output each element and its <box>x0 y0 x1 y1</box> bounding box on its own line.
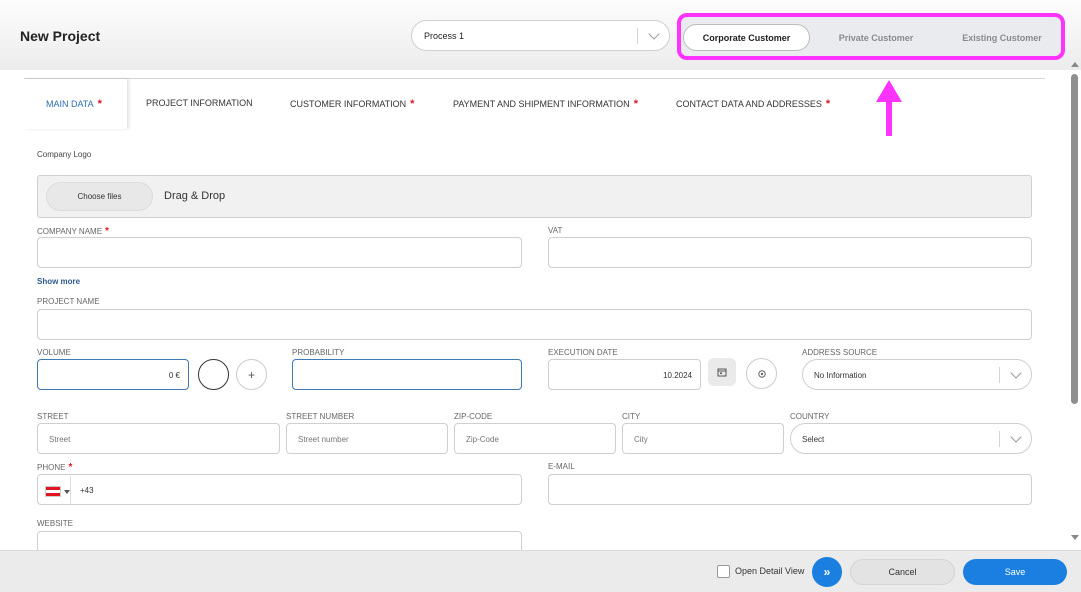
tab-project-information[interactable]: PROJECT INFORMATION <box>146 98 253 108</box>
required-marker: * <box>410 98 415 110</box>
tab-customer-information[interactable]: CUSTOMER INFORMATION * <box>290 98 414 110</box>
tab-payment-shipment[interactable]: PAYMENT AND SHIPMENT INFORMATION * <box>453 98 638 110</box>
probability-input[interactable] <box>292 359 522 390</box>
tab-contact-data[interactable]: CONTACT DATA AND ADDRESSES * <box>676 98 830 110</box>
volume-input[interactable]: 0 € <box>37 359 189 390</box>
select-divider <box>999 431 1000 447</box>
address-source-select[interactable]: No Information <box>802 359 1032 390</box>
page-title: New Project <box>20 28 101 44</box>
logo-dropzone[interactable]: Choose files Drag & Drop <box>37 175 1032 218</box>
gear-icon[interactable] <box>746 358 777 389</box>
caret-down-icon <box>64 490 70 494</box>
open-detail-view-checkbox[interactable] <box>717 565 730 578</box>
tab-main-data[interactable]: MAIN DATA * <box>46 98 102 110</box>
zip-code-label: ZIP-CODE <box>454 412 493 421</box>
customer-type-toggle: Corporate Customer Private Customer Exis… <box>677 13 1065 60</box>
austria-flag-icon <box>45 486 61 497</box>
street-input[interactable]: Street <box>37 423 280 454</box>
currency-toggle-button[interactable] <box>198 359 229 390</box>
calendar-icon[interactable] <box>708 358 736 386</box>
choose-files-button[interactable]: Choose files <box>46 182 153 211</box>
project-name-label: PROJECT NAME <box>37 297 100 306</box>
header-bar: New Project Process 1 Corporate Customer… <box>0 0 1081 70</box>
phone-label-text: PHONE <box>37 463 66 472</box>
corporate-customer-button[interactable]: Corporate Customer <box>683 24 810 51</box>
scroll-down-icon[interactable] <box>1071 535 1079 540</box>
zip-code-input[interactable]: Zip-Code <box>454 423 616 454</box>
company-name-label-text: COMPANY NAME <box>37 227 103 236</box>
city-label: CITY <box>622 412 641 421</box>
execution-date-input[interactable]: 10.2024 <box>548 359 701 390</box>
cancel-button[interactable]: Cancel <box>850 559 955 585</box>
tab-label: PROJECT INFORMATION <box>146 98 253 108</box>
tab-label: CUSTOMER INFORMATION <box>290 99 407 109</box>
address-source-value: No Information <box>814 371 867 380</box>
country-select[interactable]: Select <box>790 423 1032 454</box>
street-number-label: STREET NUMBER <box>286 412 355 421</box>
tab-label: CONTACT DATA AND ADDRESSES <box>676 99 822 109</box>
phone-label: PHONE * <box>37 462 72 473</box>
chevron-down-icon <box>1010 367 1022 379</box>
email-label: E-MAIL <box>548 462 575 471</box>
process-select-value: Process 1 <box>424 31 465 41</box>
email-input[interactable] <box>548 474 1032 505</box>
chevron-down-icon <box>648 28 660 40</box>
footer-bar: Open Detail View » Cancel Save <box>0 550 1081 592</box>
show-more-link[interactable]: Show more <box>37 277 80 286</box>
street-number-input[interactable]: Street number <box>286 423 448 454</box>
street-number-placeholder: Street number <box>298 435 349 444</box>
open-detail-view-label[interactable]: Open Detail View <box>735 566 804 576</box>
private-customer-button[interactable]: Private Customer <box>815 24 937 51</box>
phone-value: +43 <box>80 486 94 495</box>
select-divider <box>637 28 638 44</box>
website-label: WEBSITE <box>37 519 74 528</box>
tab-label: PAYMENT AND SHIPMENT INFORMATION <box>453 99 630 109</box>
required-marker: * <box>105 226 109 237</box>
street-label: STREET <box>37 412 69 421</box>
volume-value: 0 € <box>168 371 180 380</box>
vat-input[interactable] <box>548 237 1032 268</box>
vat-label: VAT <box>548 226 563 235</box>
volume-label: VOLUME <box>37 348 71 357</box>
chevron-down-icon <box>1010 431 1022 443</box>
company-logo-label: Company Logo <box>37 150 92 159</box>
vertical-scrollbar[interactable] <box>1069 62 1081 548</box>
tab-label: MAIN DATA <box>46 99 94 109</box>
add-icon[interactable]: + <box>236 359 267 390</box>
city-placeholder: City <box>634 435 648 444</box>
save-button[interactable]: Save <box>963 559 1067 585</box>
city-input[interactable]: City <box>622 423 784 454</box>
process-select[interactable]: Process 1 <box>411 20 670 51</box>
required-marker: * <box>633 98 638 110</box>
country-flag-dropdown[interactable] <box>39 476 71 504</box>
company-name-input[interactable] <box>37 237 522 268</box>
required-marker: * <box>97 98 102 110</box>
address-source-label: ADDRESS SOURCE <box>802 348 878 357</box>
annotation-arrow-icon <box>876 80 902 136</box>
execution-date-value: 10.2024 <box>663 371 692 380</box>
phone-input[interactable]: +43 <box>37 474 522 505</box>
zip-code-placeholder: Zip-Code <box>466 435 499 444</box>
tabs-divider <box>24 78 1045 79</box>
double-chevron-right-icon[interactable]: » <box>812 557 842 587</box>
country-value: Select <box>802 435 825 444</box>
scrollbar-thumb[interactable] <box>1071 74 1078 404</box>
existing-customer-button[interactable]: Existing Customer <box>941 24 1063 51</box>
scroll-up-icon[interactable] <box>1071 62 1079 67</box>
select-divider <box>999 367 1000 383</box>
country-label: COUNTRY <box>790 412 830 421</box>
project-name-input[interactable] <box>37 309 1032 340</box>
required-marker: * <box>825 98 831 110</box>
company-name-label: COMPANY NAME * <box>37 226 109 237</box>
street-placeholder: Street <box>49 435 71 444</box>
drag-drop-text: Drag & Drop <box>164 190 226 202</box>
execution-date-label: EXECUTION DATE <box>548 348 618 357</box>
probability-label: PROBABILITY <box>292 348 345 357</box>
required-marker: * <box>68 462 73 473</box>
